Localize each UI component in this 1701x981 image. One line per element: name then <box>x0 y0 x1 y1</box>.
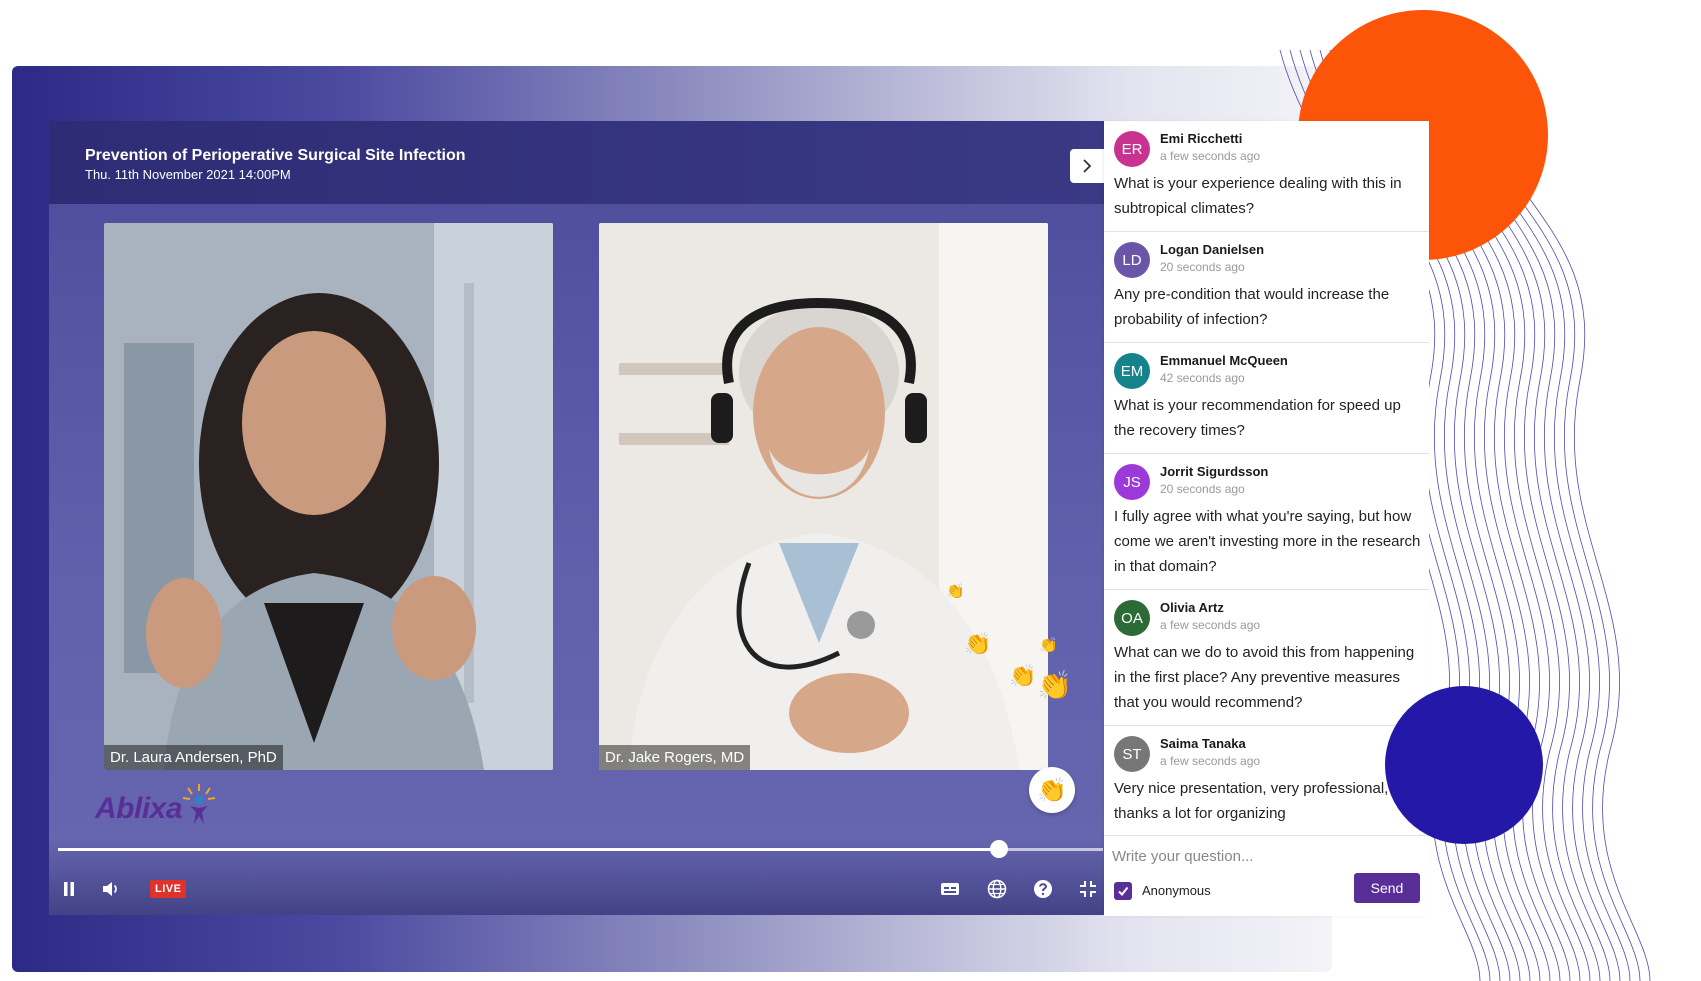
pause-icon <box>64 882 74 896</box>
progress-handle[interactable] <box>989 840 1008 858</box>
question-time: 20 seconds ago <box>1160 482 1245 496</box>
exit-fullscreen-button[interactable] <box>1074 875 1102 903</box>
speaker-video-2: Dr. Jake Rogers, MD <box>599 223 1048 770</box>
question-item: LD Logan Danielsen 20 seconds ago Any pr… <box>1104 232 1429 343</box>
help-icon <box>1034 880 1052 898</box>
checkmark-icon <box>1118 886 1129 897</box>
help-button[interactable] <box>1029 875 1057 903</box>
send-button[interactable]: Send <box>1354 873 1420 903</box>
clapping-hands-icon: 👏 <box>1037 776 1067 804</box>
clapping-hands-icon: 👏 <box>1037 670 1072 701</box>
progress-bar[interactable] <box>58 840 1103 858</box>
question-author: Olivia Artz <box>1160 600 1224 615</box>
speaker-1-image <box>104 223 553 770</box>
compress-icon <box>1080 881 1096 897</box>
question-text: What is your experience dealing with thi… <box>1114 175 1402 217</box>
question-text: I fully agree with what you're saying, b… <box>1114 508 1421 575</box>
speaker-video-1: Dr. Laura Andersen, PhD <box>104 223 553 770</box>
video-player: Prevention of Perioperative Surgical Sit… <box>49 121 1104 915</box>
clapping-hands-icon: 👏 <box>1039 637 1058 654</box>
avatar: OA <box>1114 600 1150 636</box>
questions-list[interactable]: ER Emi Ricchetti a few seconds ago What … <box>1104 121 1429 835</box>
question-item: JS Jorrit Sigurdsson 20 seconds ago I fu… <box>1104 454 1429 590</box>
speaker-1-label: Dr. Laura Andersen, PhD <box>104 745 283 770</box>
question-text: What can we do to avoid this from happen… <box>1114 644 1415 711</box>
reaction-button[interactable]: 👏 <box>1029 767 1075 813</box>
captions-icon <box>941 883 959 895</box>
question-author: Jorrit Sigurdsson <box>1160 464 1269 479</box>
avatar: EM <box>1114 353 1150 389</box>
volume-button[interactable] <box>97 875 125 903</box>
avatar: LD <box>1114 242 1150 278</box>
question-input[interactable] <box>1112 842 1412 870</box>
question-item: OA Olivia Artz a few seconds ago What ca… <box>1104 590 1429 726</box>
avatar: ST <box>1114 736 1150 772</box>
clapping-hands-icon: 👏 <box>1009 663 1037 688</box>
decorative-blue-circle <box>1385 686 1543 844</box>
avatar: JS <box>1114 464 1150 500</box>
question-author: Logan Danielsen <box>1160 242 1265 257</box>
clapping-hands-icon: 👏 <box>946 583 965 600</box>
question-time: 42 seconds ago <box>1160 371 1245 385</box>
anonymous-label: Anonymous <box>1142 883 1211 898</box>
toggle-panel-button[interactable] <box>1070 149 1104 183</box>
qa-panel: ER Emi Ricchetti a few seconds ago What … <box>1104 121 1429 916</box>
question-time: a few seconds ago <box>1160 149 1261 163</box>
session-title: Prevention of Perioperative Surgical Sit… <box>85 147 466 164</box>
clapping-hands-icon: 👏 <box>964 631 992 656</box>
speaker-2-image <box>599 223 1048 770</box>
question-author: Saima Tanaka <box>1160 736 1246 751</box>
question-text: Any pre-condition that would increase th… <box>1114 286 1390 328</box>
chevron-right-icon <box>1083 159 1092 173</box>
question-author: Emmanuel McQueen <box>1160 353 1288 368</box>
speaker-2-label: Dr. Jake Rogers, MD <box>599 745 751 770</box>
captions-button[interactable] <box>936 875 964 903</box>
sunburst-person-icon <box>182 784 216 824</box>
session-date: Thu. 11th November 2021 14:00PM <box>85 167 291 182</box>
volume-icon <box>103 882 117 896</box>
brand-name: Ablixa <box>95 792 183 825</box>
question-compose: Anonymous Send <box>1104 835 1429 916</box>
globe-icon <box>987 879 1007 899</box>
pause-button[interactable] <box>55 875 83 903</box>
question-text: What is your recommendation for speed up… <box>1114 397 1401 439</box>
language-button[interactable] <box>983 875 1011 903</box>
question-item: ST Saima Tanaka a few seconds ago Very n… <box>1104 726 1429 835</box>
anonymous-checkbox[interactable] <box>1114 882 1132 900</box>
avatar: ER <box>1114 131 1150 167</box>
player-header: Prevention of Perioperative Surgical Sit… <box>49 121 1104 204</box>
question-item: ER Emi Ricchetti a few seconds ago What … <box>1104 121 1429 232</box>
progress-fill <box>58 848 999 851</box>
question-time: 20 seconds ago <box>1160 260 1245 274</box>
page: Prevention of Perioperative Surgical Sit… <box>0 0 1701 981</box>
question-text: Very nice presentation, very professiona… <box>1114 780 1389 822</box>
brand-logo: Ablixa <box>95 776 216 826</box>
question-item: EM Emmanuel McQueen 42 seconds ago What … <box>1104 343 1429 454</box>
question-time: a few seconds ago <box>1160 754 1261 768</box>
live-badge: LIVE <box>150 880 187 898</box>
question-author: Emi Ricchetti <box>1160 131 1243 146</box>
question-time: a few seconds ago <box>1160 618 1261 632</box>
